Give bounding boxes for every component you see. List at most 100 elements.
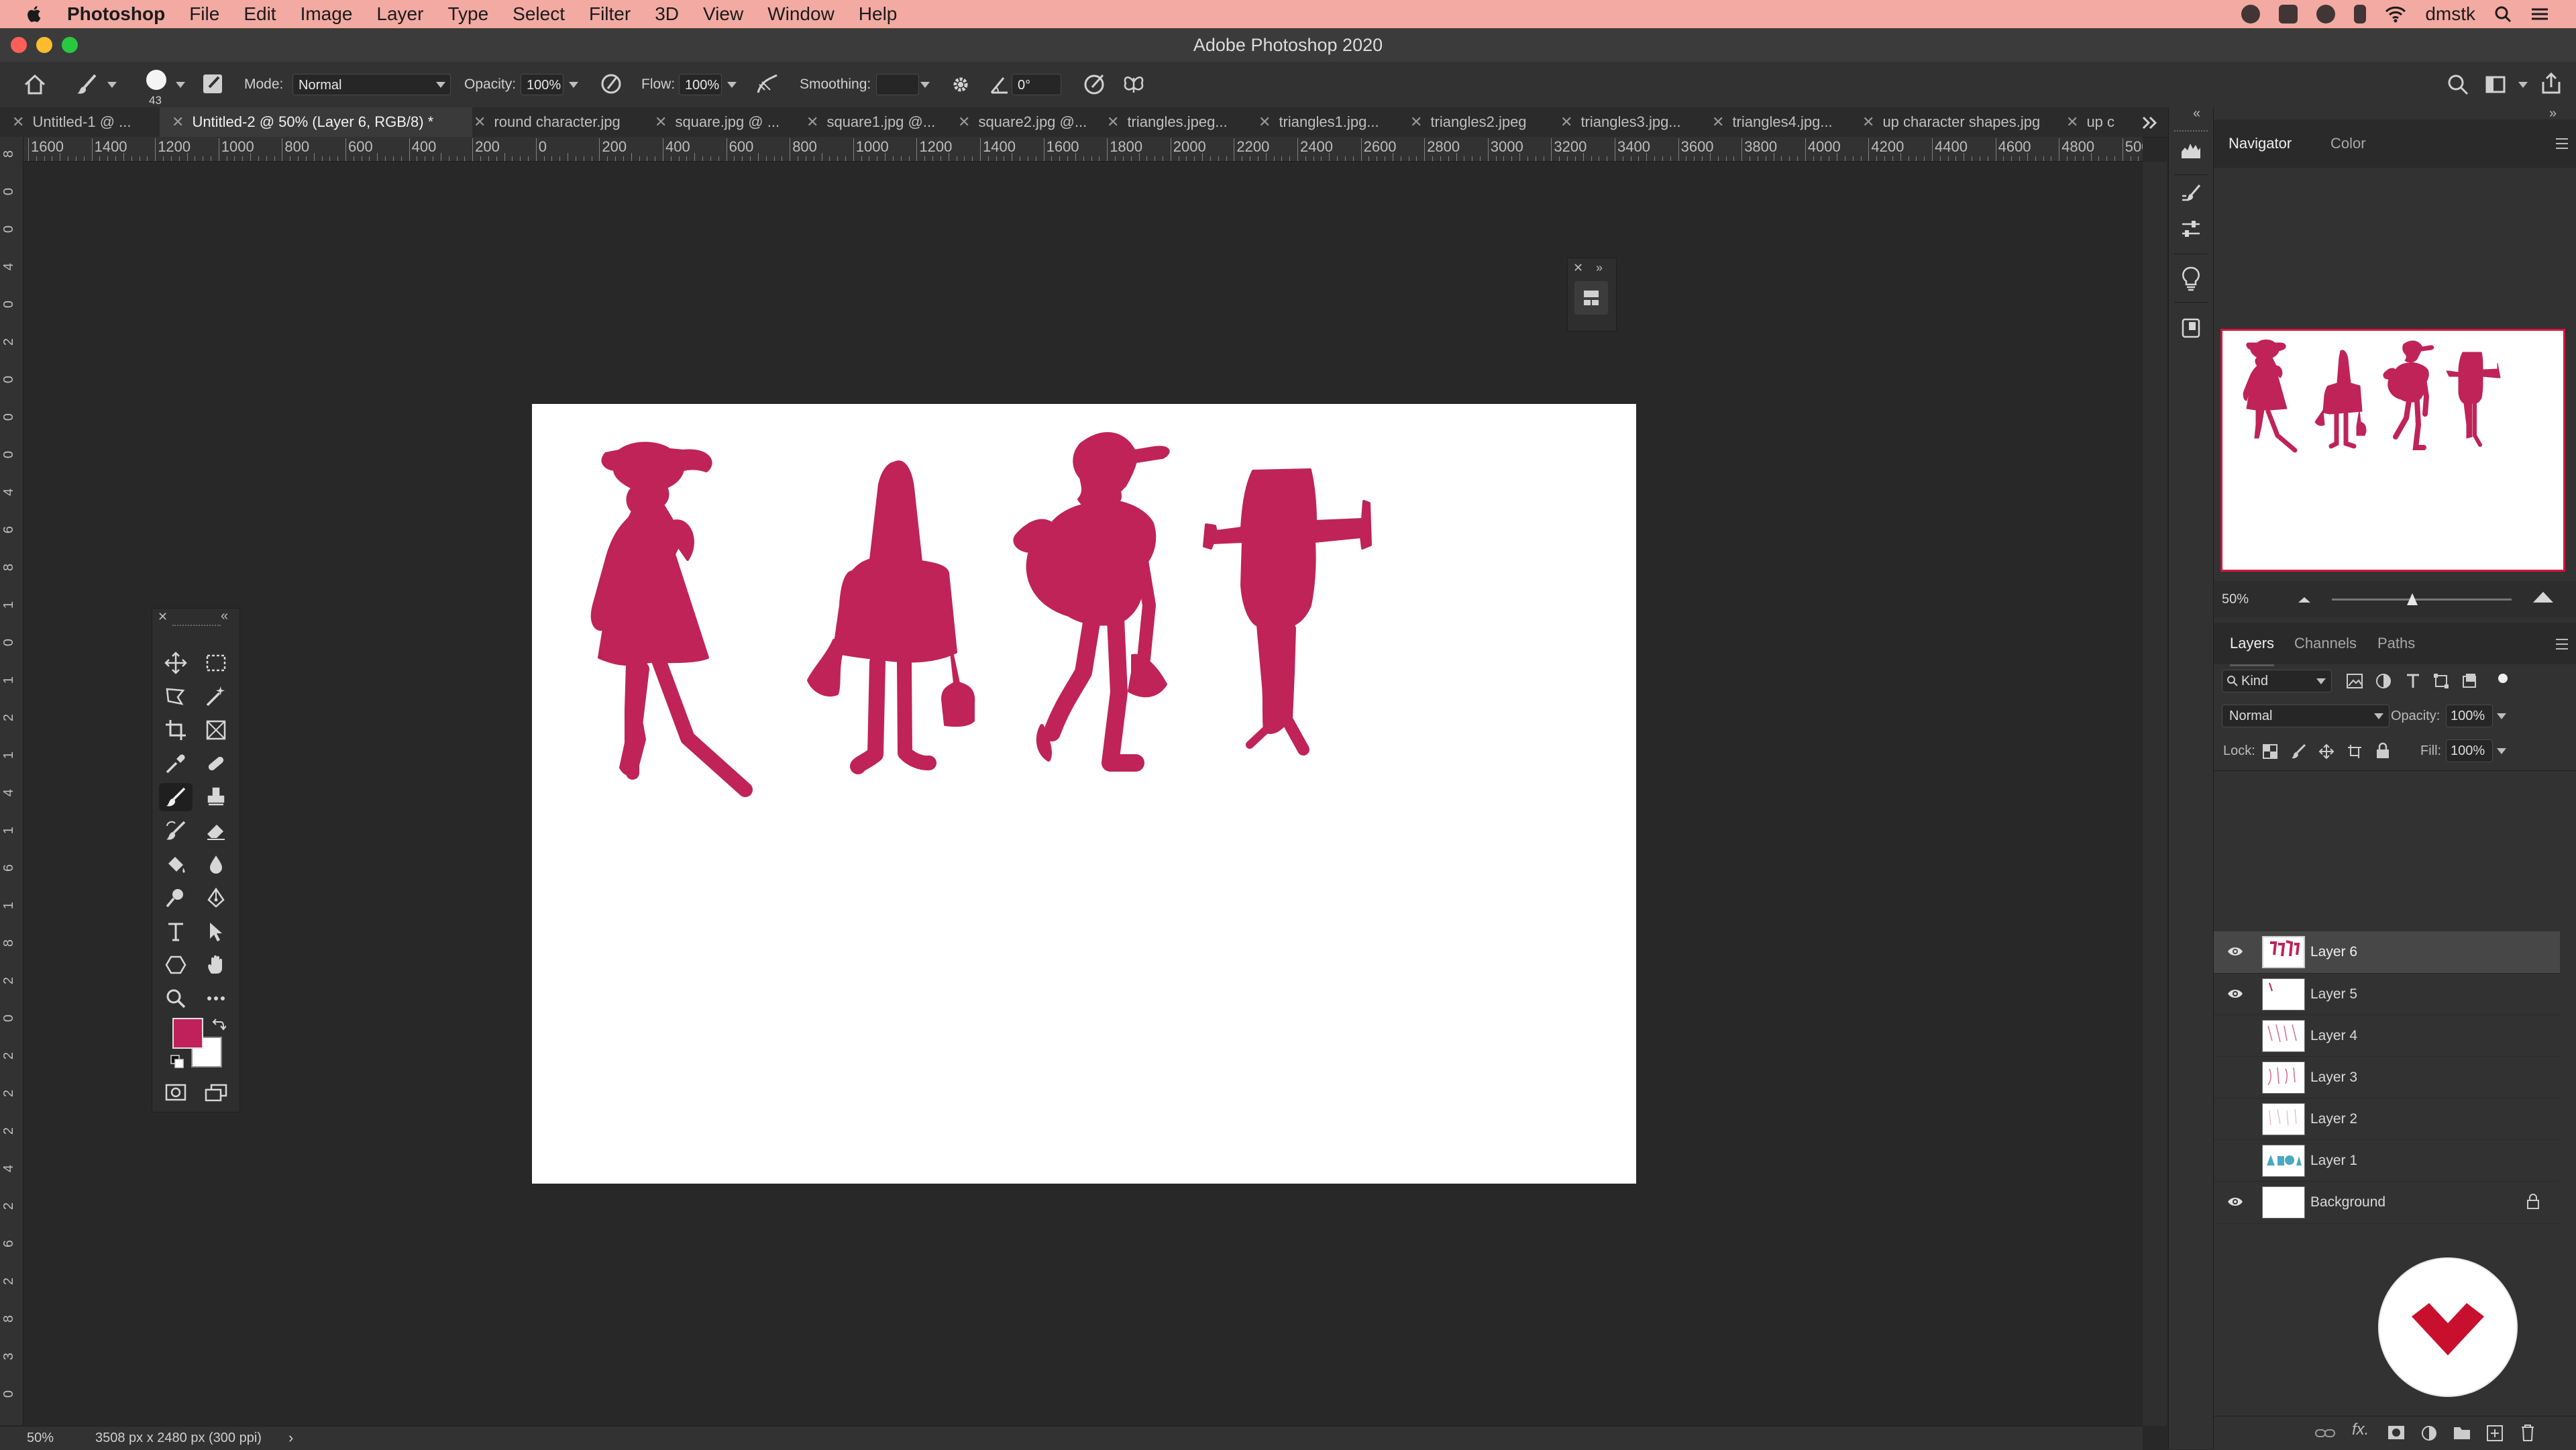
libraries-icon[interactable] [2180,317,2202,340]
brush-tool-preset-icon[interactable] [75,72,99,97]
chevron-down-icon[interactable] [920,82,930,88]
pressure-opacity-icon[interactable] [600,72,623,95]
chevron-down-icon[interactable] [2518,82,2528,88]
histogram-icon[interactable] [2180,138,2202,161]
pressure-size-icon[interactable] [1083,72,1107,97]
eye-icon[interactable] [2227,987,2243,1000]
visibility-toggle-off[interactable] [2226,1070,2242,1084]
tab-triangles2[interactable]: ✕ triangles2.jpeg [1398,107,1559,137]
zoom-slider-thumb[interactable] [2406,592,2419,607]
magic-wand-tool[interactable] [199,682,233,711]
dodge-tool[interactable] [159,884,193,912]
screen-icon[interactable] [2279,5,2298,23]
properties-button[interactable] [1574,281,1608,315]
new-layer-icon[interactable] [2486,1425,2504,1442]
layer-row-background[interactable]: Background [2214,1181,2560,1224]
tab-round-character[interactable]: ✕ round character.jpg [462,107,651,137]
tab-color[interactable]: Color [2330,119,2366,168]
zoom-slider-track[interactable] [2332,599,2512,601]
document-info[interactable]: 3508 px x 2480 px (300 ppi) [95,1427,262,1449]
fx-icon[interactable]: fx. [2352,1420,2369,1439]
crop-tool[interactable] [159,716,193,744]
close-tab-icon[interactable]: ✕ [806,113,818,130]
close-tab-icon[interactable]: ✕ [1560,113,1572,130]
eraser-tool[interactable] [199,817,233,845]
share-icon[interactable] [2540,71,2563,95]
chevron-down-icon[interactable] [569,82,578,88]
horizontal-ruler[interactable]: 1600 1400 1200 1000 800 600 400 200 0 200 400 600 80… [23,137,2143,162]
layer-row-layer-3[interactable]: Layer 3 [2214,1056,2560,1098]
close-tab-icon[interactable]: ✕ [1862,113,1874,130]
filter-type-icon[interactable] [2404,672,2422,690]
menu-type[interactable]: Type [447,3,488,25]
lock-position-icon[interactable] [2318,743,2334,760]
collapse-panel-icon[interactable]: » [1596,261,1603,275]
tab-triangles4[interactable]: ✕ triangles4.jpg... [1700,107,1861,137]
visibility-toggle-off[interactable] [2226,1112,2242,1125]
type-tool[interactable] [159,917,193,945]
zoom-in-icon[interactable] [2532,588,2555,605]
flow-input[interactable]: 100% [679,74,722,95]
layer-blend-mode-select[interactable]: Normal [2222,705,2390,727]
filter-adjustment-icon[interactable] [2375,672,2392,690]
chevron-down-icon[interactable] [727,82,737,88]
layer-row-layer-2[interactable]: Layer 2 [2214,1098,2560,1140]
chevron-down-icon[interactable] [176,82,185,88]
tab-square1[interactable]: ✕ square1.jpg @... [794,107,955,137]
user-name[interactable]: dmstk [2425,3,2475,25]
close-tab-icon[interactable]: ✕ [1258,113,1271,130]
opacity-input[interactable]: 100% [521,74,564,95]
bluetooth-icon[interactable] [2354,5,2367,23]
panel-grip[interactable] [2174,130,2208,134]
more-tabs-icon[interactable] [2141,115,2159,130]
brush-settings-panel-icon[interactable] [201,72,224,95]
lock-all-icon[interactable] [2375,742,2391,760]
blend-mode-select[interactable]: Normal [292,74,451,95]
chevron-right-icon[interactable]: › [288,1427,293,1449]
lock-artboard-icon[interactable] [2347,743,2363,760]
eye-icon[interactable] [2227,1195,2243,1208]
tab-square2[interactable]: ✕ square2.jpg @... [946,107,1104,137]
layer-row-layer-4[interactable]: Layer 4 [2214,1015,2560,1057]
lock-transparent-icon[interactable] [2262,743,2278,760]
lock-icon[interactable] [2526,1194,2540,1210]
lightbulb-icon[interactable] [2180,266,2202,291]
tab-up-character-shapes[interactable]: ✕ up character shapes.jpg [1850,107,2065,137]
history-brush-tool[interactable] [159,817,193,845]
brush-tool[interactable] [159,783,193,811]
pen-tool[interactable] [199,884,233,912]
collapse-tools-icon[interactable]: « [221,609,228,624]
default-colors-icon[interactable] [170,1054,184,1069]
menu-app-name[interactable]: Photoshop [67,3,165,25]
close-tools-icon[interactable]: ✕ [158,610,168,624]
filter-shape-icon[interactable] [2432,672,2450,690]
marquee-tool[interactable] [199,649,233,677]
brush-settings-icon[interactable] [2180,183,2202,205]
layer-row-layer-1[interactable]: Layer 1 [2214,1139,2560,1182]
close-tab-icon[interactable]: ✕ [1107,113,1119,130]
menu-3d[interactable]: 3D [655,3,679,25]
eye-icon[interactable] [2227,945,2243,958]
navigator-preview[interactable] [2220,329,2565,572]
tools-grip[interactable] [172,625,221,629]
close-tab-icon[interactable]: ✕ [655,113,667,130]
foreground-color-swatch[interactable] [172,1018,203,1049]
menu-file[interactable]: File [189,3,219,25]
tab-untitled-1[interactable]: ✕ Untitled-1 @ ... [0,107,170,137]
airbrush-icon[interactable] [755,72,780,97]
layer-fill-input[interactable]: 100% [2446,739,2493,762]
add-mask-icon[interactable] [2387,1425,2406,1441]
tab-channels[interactable]: Channels [2294,623,2357,664]
menu-filter[interactable]: Filter [589,3,631,25]
screen-mode-button[interactable] [199,1078,233,1106]
eyedropper-tool[interactable] [159,749,193,778]
zoom-level[interactable]: 50% [27,1427,54,1449]
chevron-down-icon[interactable] [2497,713,2506,719]
filter-smart-object-icon[interactable] [2461,672,2478,690]
hand-tool[interactable] [199,951,233,979]
symmetry-butterfly-icon[interactable] [1122,72,1146,97]
link-layers-icon[interactable] [2314,1427,2336,1439]
gear-icon[interactable] [949,72,973,97]
close-panel-icon[interactable]: ✕ [1573,261,1583,275]
cloud-sync-icon[interactable] [2316,5,2336,23]
